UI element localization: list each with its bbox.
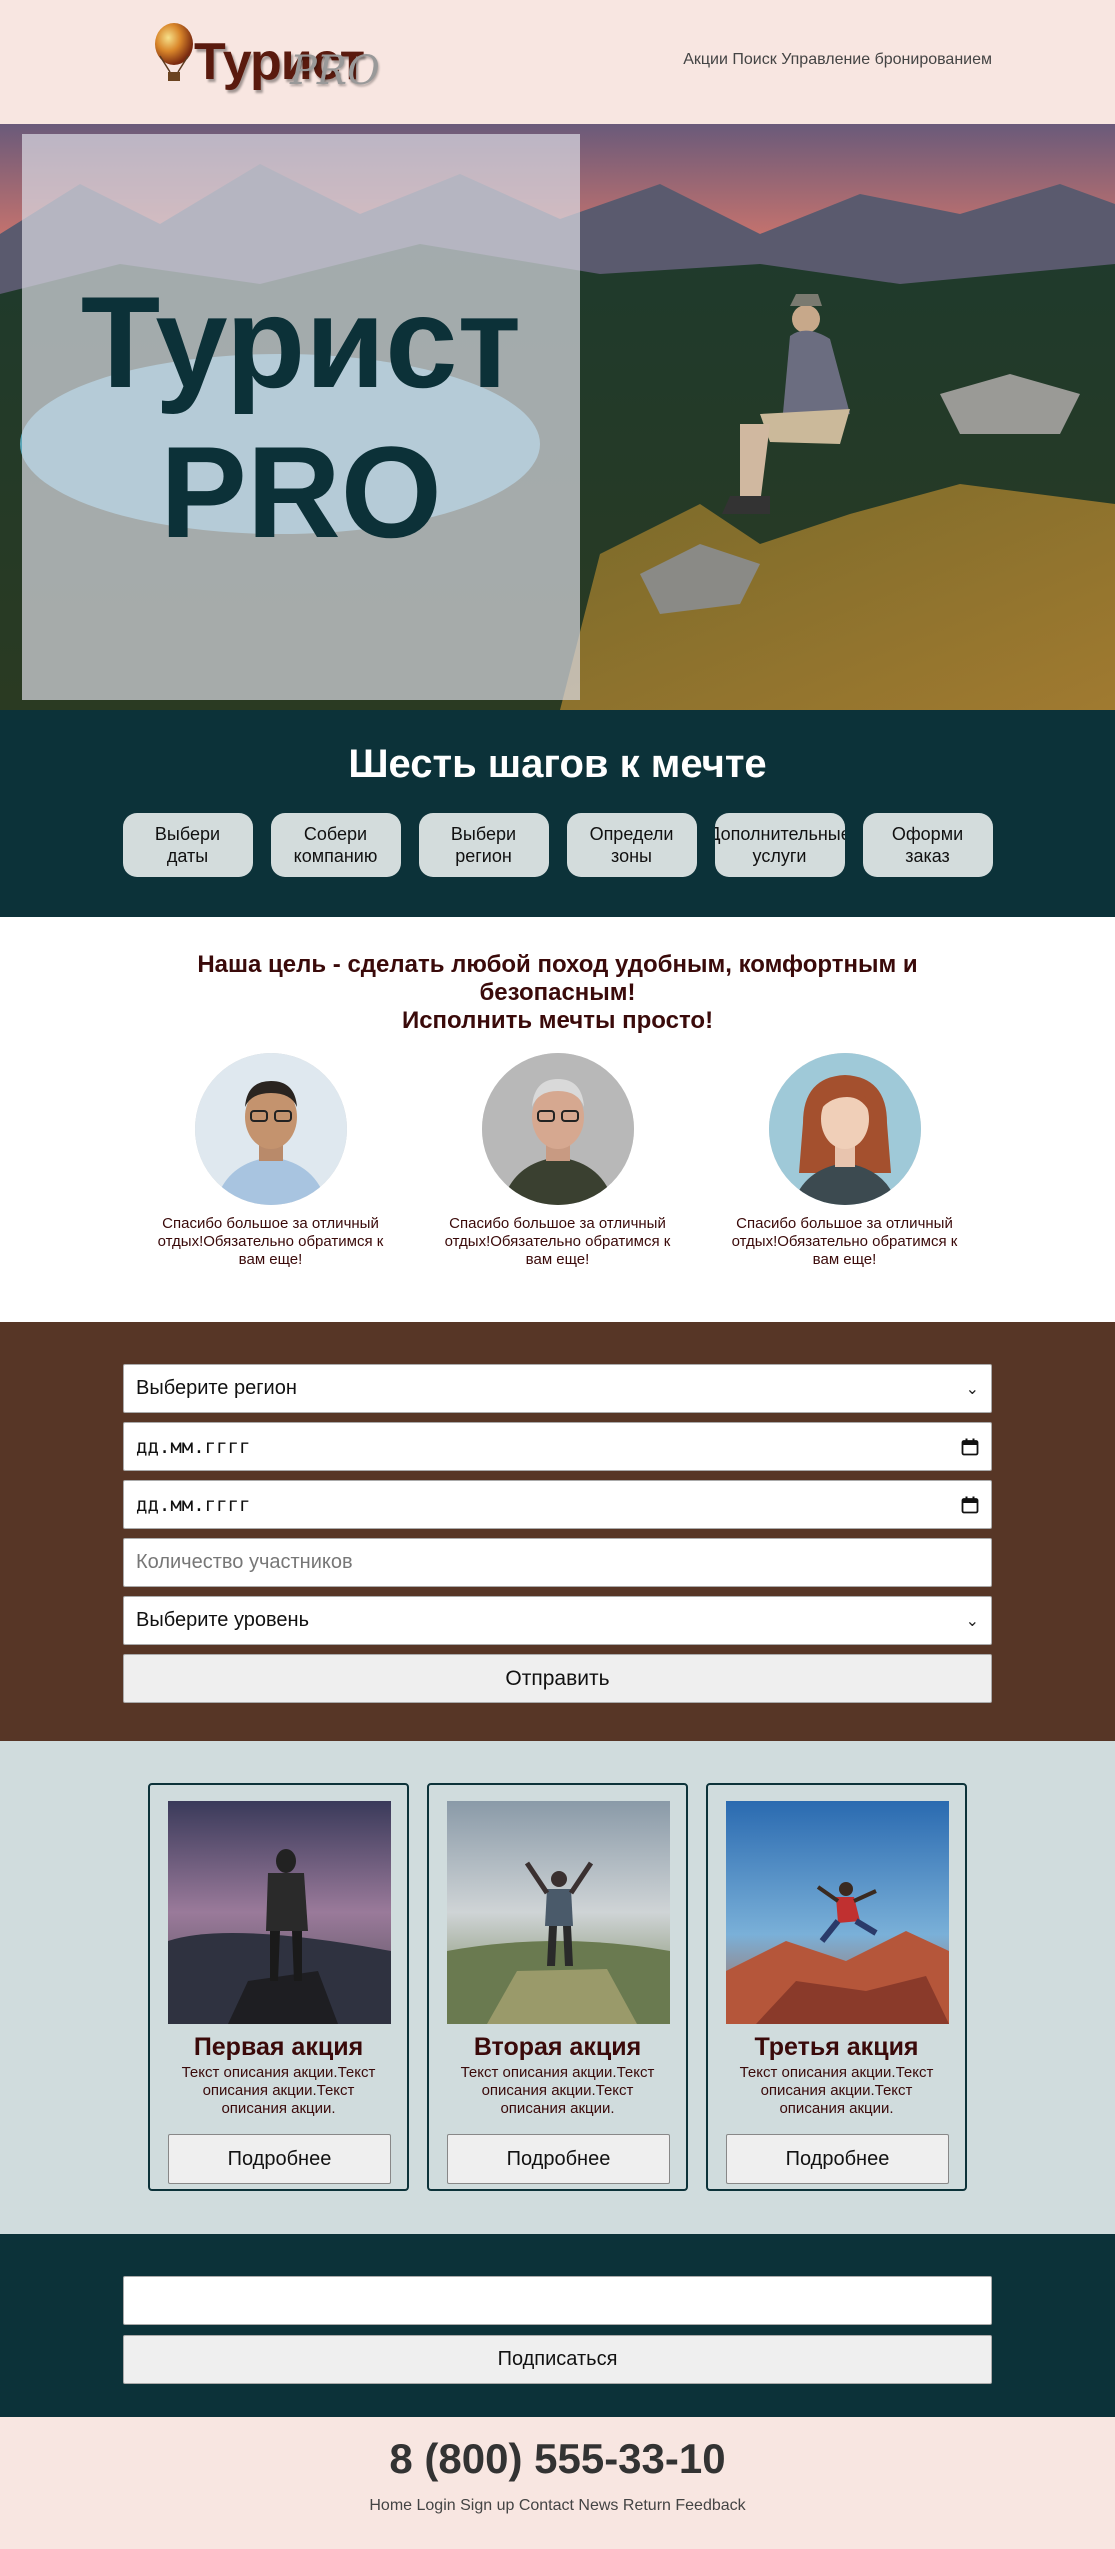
step-label: услуги — [752, 846, 807, 866]
testimonial-quote: Спасибо большое за отличный отдых!Обязат… — [444, 1215, 671, 1268]
hero-title-line2: PRO — [160, 419, 442, 565]
goal-subtext: Исполнить мечты просто! — [401, 1007, 714, 1034]
promo-card: Первая акция Текст описания акции.Текст … — [148, 1783, 409, 2191]
phone-number[interactable]: 8 (800) 555-33-10 — [0, 2435, 1115, 2483]
date-to-input[interactable]: дд.мм.гггг — [123, 1480, 992, 1529]
logo[interactable]: Турист PRO — [152, 18, 380, 98]
balloon-icon — [155, 23, 193, 81]
promos-section: Первая акция Текст описания акции.Текст … — [0, 1741, 1115, 2234]
step-label: регион — [455, 846, 512, 866]
hero-title-line1: Турист — [80, 269, 522, 415]
footer-link-return[interactable]: Return — [623, 2497, 671, 2514]
steps-title: Шесть шагов к мечте — [348, 742, 767, 786]
footer-link-feedback[interactable]: Feedback — [675, 2497, 745, 2514]
level-select[interactable]: Выберите уровень ⌄ — [123, 1596, 992, 1645]
footer-links: Home Login Sign up Contact News Return F… — [0, 2497, 1115, 2515]
step-label: зоны — [611, 846, 652, 866]
participants-placeholder: Количество участников — [136, 1551, 353, 1573]
goal-text: Наша цель - сделать любой поход удобным,… — [197, 951, 918, 1006]
promo-card: Вторая акция Текст описания акции.Текст … — [427, 1783, 688, 2191]
step-button-services[interactable]: Дополнительные услуги — [714, 813, 845, 877]
promo-details-button[interactable]: Подробнее — [168, 2134, 391, 2184]
avatar — [194, 1053, 347, 1205]
step-label: Собери — [303, 824, 368, 844]
submit-button[interactable]: Отправить — [123, 1654, 992, 1703]
testimonial-quote: Спасибо большое за отличный отдых!Обязат… — [731, 1215, 958, 1268]
date-from-input[interactable]: дд.мм.гггг — [123, 1422, 992, 1471]
avatar — [768, 1053, 921, 1205]
promo-title: Первая акция — [193, 2033, 364, 2061]
promo-card: Третья акция Текст описания акции.Текст … — [706, 1783, 967, 2191]
site-header: Турист PRO Акции Поиск Управление бронир… — [0, 0, 1115, 124]
promo-text: Текст описания акции.Текст описания акци… — [181, 2064, 376, 2117]
main-nav: Акции Поиск Управление бронированием — [683, 51, 992, 69]
logo-pro: PRO — [290, 48, 380, 94]
testimonial-card: Спасибо большое за отличный отдых!Обязат… — [150, 1053, 392, 1269]
step-label: Оформи — [891, 824, 964, 844]
step-label: заказ — [905, 846, 950, 866]
promo-text: Текст описания акции.Текст описания акци… — [460, 2064, 655, 2117]
testimonials-section: Наша цель - сделать любой поход удобным,… — [0, 917, 1115, 1322]
step-button-region[interactable]: Выбери регион — [418, 813, 549, 877]
calendar-icon[interactable] — [961, 1438, 979, 1456]
steps-section: Шесть шагов к мечте Выбери даты Собери ком… — [0, 710, 1115, 917]
step-button-dates[interactable]: Выбери даты — [122, 813, 253, 877]
subscribe-section: Подписаться — [0, 2234, 1115, 2417]
promo-text: Текст описания акции.Текст описания акци… — [739, 2064, 934, 2117]
step-label: Дополнительные — [714, 824, 845, 844]
nav-item-promotions[interactable]: Акции — [683, 51, 728, 68]
testimonial-card: Спасибо большое за отличный отдых!Обязат… — [437, 1053, 679, 1269]
step-label: Определи — [589, 824, 674, 844]
step-label: компанию — [293, 846, 378, 866]
step-label: даты — [166, 846, 209, 866]
level-select-value: Выберите уровень — [136, 1609, 309, 1631]
promo-details-button[interactable]: Подробнее — [726, 2134, 949, 2184]
promo-image — [168, 1801, 391, 2024]
subscribe-email-input[interactable] — [123, 2276, 992, 2325]
footer-link-news[interactable]: News — [578, 2497, 618, 2514]
promo-title: Третья акция — [754, 2033, 919, 2061]
step-button-zones[interactable]: Определи зоны — [566, 813, 697, 877]
nav-item-booking-management[interactable]: Управление бронированием — [781, 51, 992, 68]
footer-link-signup[interactable]: Sign up — [460, 2497, 514, 2514]
testimonials-row: Спасибо большое за отличный отдых!Обязат… — [0, 1053, 1115, 1269]
step-label: Выбери — [154, 824, 221, 844]
step-button-order[interactable]: Оформи заказ — [862, 813, 993, 877]
testimonial-card: Спасибо большое за отличный отдых!Обязат… — [724, 1053, 966, 1269]
hero-panel: Турист PRO — [22, 134, 580, 700]
promo-details-button[interactable]: Подробнее — [447, 2134, 670, 2184]
promo-cards: Первая акция Текст описания акции.Текст … — [0, 1783, 1115, 2191]
hero-section: Турист PRO — [0, 124, 1115, 710]
site-footer: 8 (800) 555-33-10 Home Login Sign up Con… — [0, 2417, 1115, 2549]
step-button-company[interactable]: Собери компанию — [270, 813, 401, 877]
chevron-down-icon: ⌄ — [965, 1380, 979, 1398]
promo-image — [447, 1801, 670, 2024]
date-from-placeholder: дд.мм.гггг — [136, 1435, 251, 1458]
footer-link-home[interactable]: Home — [369, 2497, 412, 2514]
steps-row: Выбери даты Собери компанию Выбери регион О… — [0, 813, 1115, 877]
chevron-down-icon: ⌄ — [965, 1612, 979, 1630]
nav-item-search[interactable]: Поиск — [732, 51, 776, 68]
calendar-icon[interactable] — [961, 1496, 979, 1514]
participants-input[interactable]: Количество участников — [123, 1538, 992, 1587]
booking-form-section: Выберите регион ⌄ дд.мм.гггг дд.мм.гггг … — [0, 1322, 1115, 1741]
footer-link-contact[interactable]: Contact — [519, 2497, 574, 2514]
step-label: Выбери — [450, 824, 517, 844]
promo-title: Вторая акция — [473, 2033, 642, 2061]
avatar — [481, 1053, 634, 1205]
region-select[interactable]: Выберите регион ⌄ — [123, 1364, 992, 1413]
testimonial-quote: Спасибо большое за отличный отдых!Обязат… — [157, 1215, 384, 1268]
promo-image — [726, 1801, 949, 2024]
footer-link-login[interactable]: Login — [417, 2497, 456, 2514]
subscribe-button[interactable]: Подписаться — [123, 2335, 992, 2384]
region-select-value: Выберите регион — [136, 1377, 297, 1399]
date-to-placeholder: дд.мм.гггг — [136, 1493, 251, 1516]
